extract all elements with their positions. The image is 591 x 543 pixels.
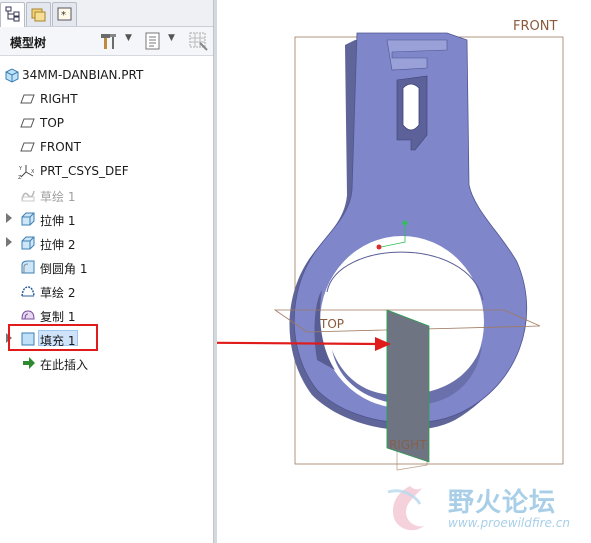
model-tree-title: 模型树 [10, 36, 47, 50]
tree-item-label: 草绘 2 [40, 286, 76, 300]
forum-watermark: 野火论坛 www.proewildfire.cn [380, 478, 591, 538]
model-tree-header: 模型树 ▼ ▼ [0, 27, 214, 56]
right-datum-label: RIGHT [389, 438, 427, 452]
red-callout-box [8, 324, 98, 351]
tree-root-label: 34MM-DANBIAN.PRT [22, 68, 144, 82]
tree-item-label: 拉伸 2 [40, 238, 76, 252]
tree-item-copy-1[interactable]: 复制 1 [0, 304, 214, 326]
expand-arrow-icon[interactable] [6, 213, 12, 223]
sketch-icon [21, 286, 35, 297]
navigator-tab-bar: * [0, 0, 214, 27]
tree-item-label: 拉伸 1 [40, 214, 76, 228]
svg-text:Y: Y [18, 166, 23, 172]
tab-model-tree[interactable] [0, 2, 25, 27]
tab-favorites[interactable]: * [52, 2, 77, 26]
svg-text:*: * [61, 10, 66, 21]
round-icon [21, 260, 35, 274]
tree-item-round-1[interactable]: 倒圆角 1 [0, 256, 214, 278]
csys-icon: Y X Z [18, 165, 34, 179]
model-graphics [217, 32, 564, 471]
model-tree-tab-icon [5, 6, 20, 22]
svg-text:X: X [31, 169, 34, 175]
tree-item-top[interactable]: TOP [0, 112, 214, 134]
tree-item-sketch-1[interactable]: 草绘 1 [0, 184, 214, 206]
folder-browser-tab-icon [31, 8, 46, 22]
tree-item-extrude-1[interactable]: 拉伸 1 [0, 208, 214, 230]
tree-item-label: 草绘 1 [40, 190, 76, 204]
tree-item-right[interactable]: RIGHT [0, 88, 214, 110]
extrude-icon [21, 212, 35, 226]
tree-item-label: PRT_CSYS_DEF [40, 164, 129, 178]
tree-item-front[interactable]: FRONT [0, 136, 214, 158]
watermark-title: 野火论坛 [448, 488, 557, 518]
tree-item-extrude-2[interactable]: 拉伸 2 [0, 232, 214, 254]
datum-plane-icon [20, 142, 35, 152]
watermark-url: www.proewildfire.cn [448, 516, 570, 530]
show-dropdown-icon[interactable]: ▼ [168, 33, 175, 43]
show-menu-button[interactable] [143, 31, 163, 51]
tab-folder-browser[interactable] [26, 2, 51, 26]
part-slot-opening [402, 83, 420, 131]
expand-arrow-icon[interactable] [6, 237, 12, 247]
part-icon [5, 68, 19, 83]
copy-icon [21, 310, 35, 320]
favorites-tab-icon: * [57, 7, 72, 21]
tree-settings-button[interactable] [98, 31, 120, 51]
datum-plane-icon [20, 94, 35, 104]
svg-text:Z: Z [18, 175, 22, 179]
tree-item-insert-here[interactable]: 在此插入 [0, 352, 214, 374]
tree-item-label: 倒圆角 1 [40, 262, 88, 276]
tree-item-sketch-2[interactable]: 草绘 2 [0, 280, 214, 302]
graphics-viewport[interactable]: FRONT TOP RIGHT [217, 0, 591, 543]
tree-filter-button[interactable] [188, 31, 210, 51]
red-marker [376, 244, 382, 250]
sketch-icon [21, 190, 35, 202]
tree-item-label: RIGHT [40, 92, 78, 106]
tree-item-label: 复制 1 [40, 310, 76, 324]
tree-item-label: TOP [40, 116, 65, 130]
show-list-icon [145, 32, 160, 50]
tree-item-label: 在此插入 [40, 358, 89, 372]
tree-item-csys[interactable]: Y X Z PRT_CSYS_DEF [0, 160, 214, 182]
datum-plane-icon [20, 118, 35, 128]
tree-settings-dropdown-icon[interactable]: ▼ [125, 33, 132, 43]
flame-logo-icon [387, 486, 424, 531]
front-datum-label: FRONT [513, 19, 558, 34]
hammer-settings-icon [101, 34, 116, 49]
insert-here-arrow-icon [23, 357, 35, 369]
grid-filter-icon [189, 32, 208, 51]
top-datum-label: TOP [320, 317, 345, 331]
tree-root-part[interactable]: 34MM-DANBIAN.PRT [0, 64, 214, 86]
extrude-icon [21, 236, 35, 250]
tree-item-label: FRONT [40, 140, 81, 154]
